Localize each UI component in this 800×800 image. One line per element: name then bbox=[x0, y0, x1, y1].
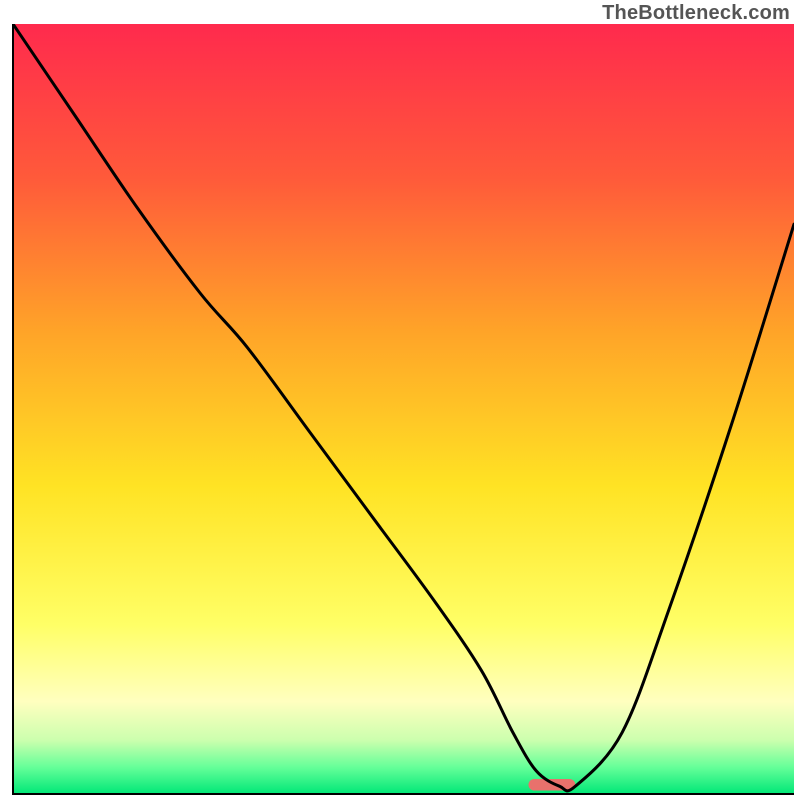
chart-stage: TheBottleneck.com bbox=[0, 0, 800, 800]
bottleneck-chart bbox=[0, 0, 800, 800]
valley-marker bbox=[528, 779, 575, 791]
gradient-background bbox=[13, 24, 794, 794]
